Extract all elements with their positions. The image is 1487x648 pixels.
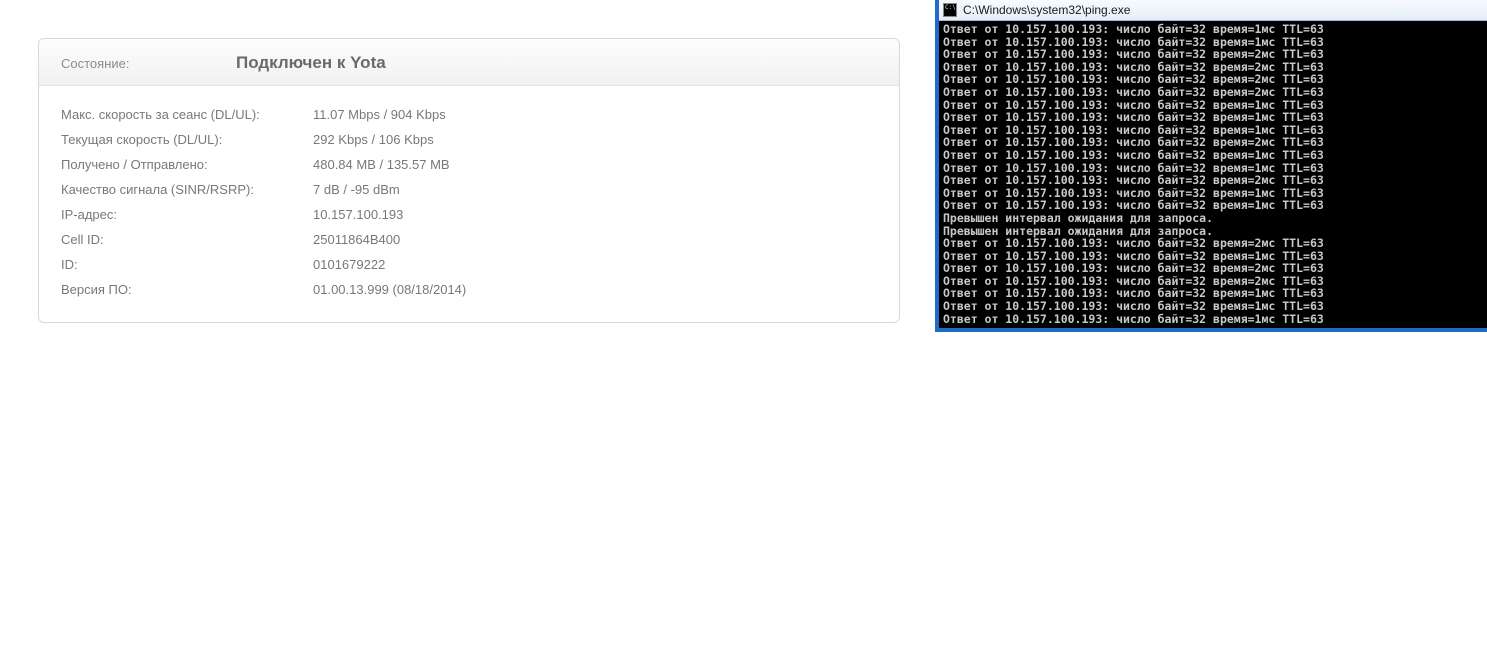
- row-label: Версия ПО:: [61, 282, 313, 297]
- row-label: Макс. скорость за сеанс (DL/UL):: [61, 107, 313, 122]
- row-current-speed: Текущая скорость (DL/UL): 292 Kbps / 106…: [61, 127, 877, 152]
- row-label: Качество сигнала (SINR/RSRP):: [61, 182, 313, 197]
- row-cellid: Cell ID: 25011864B400: [61, 227, 877, 252]
- cmd-output[interactable]: Ответ от 10.157.100.193: число байт=32 в…: [939, 21, 1487, 332]
- row-value: 25011864B400: [313, 232, 400, 247]
- row-value: 7 dB / -95 dBm: [313, 182, 400, 197]
- cmd-title: C:\Windows\system32\ping.exe: [963, 3, 1130, 17]
- row-firmware: Версия ПО: 01.00.13.999 (08/18/2014): [61, 277, 877, 302]
- row-value: 11.07 Mbps / 904 Kbps: [313, 107, 446, 122]
- cmd-window[interactable]: C:\Windows\system32\ping.exe Ответ от 10…: [935, 0, 1487, 332]
- row-label: ID:: [61, 257, 313, 272]
- row-value: 01.00.13.999 (08/18/2014): [313, 282, 466, 297]
- row-value: 10.157.100.193: [313, 207, 403, 222]
- status-body: Макс. скорость за сеанс (DL/UL): 11.07 M…: [39, 86, 899, 322]
- status-header-value: Подключен к Yota: [236, 53, 386, 73]
- row-label: Текущая скорость (DL/UL):: [61, 132, 313, 147]
- row-transfer: Получено / Отправлено: 480.84 MB / 135.5…: [61, 152, 877, 177]
- status-header: Состояние: Подключен к Yota: [39, 39, 899, 86]
- row-value: 292 Kbps / 106 Kbps: [313, 132, 434, 147]
- row-signal: Качество сигнала (SINR/RSRP): 7 dB / -95…: [61, 177, 877, 202]
- row-ip: IP-адрес: 10.157.100.193: [61, 202, 877, 227]
- row-id: ID: 0101679222: [61, 252, 877, 277]
- cmd-titlebar[interactable]: C:\Windows\system32\ping.exe: [939, 0, 1487, 21]
- status-header-label: Состояние:: [61, 56, 236, 71]
- row-max-speed: Макс. скорость за сеанс (DL/UL): 11.07 M…: [61, 102, 877, 127]
- row-label: Получено / Отправлено:: [61, 157, 313, 172]
- row-label: IP-адрес:: [61, 207, 313, 222]
- row-value: 0101679222: [313, 257, 385, 272]
- row-label: Cell ID:: [61, 232, 313, 247]
- row-value: 480.84 MB / 135.57 MB: [313, 157, 450, 172]
- status-panel: Состояние: Подключен к Yota Макс. скорос…: [38, 38, 900, 323]
- cmd-icon: [943, 3, 957, 17]
